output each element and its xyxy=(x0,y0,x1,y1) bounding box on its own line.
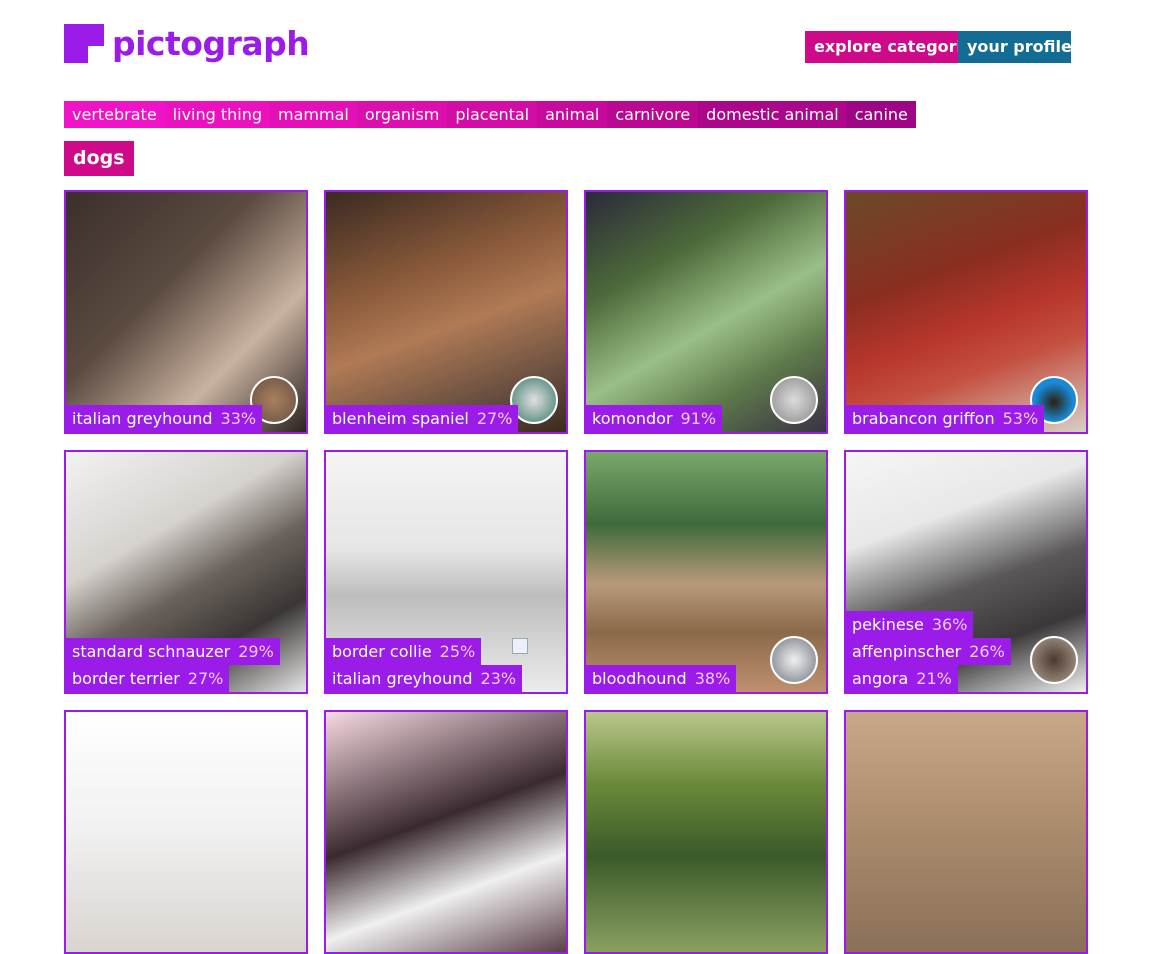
prediction-label-list: brabancon griffon 53% xyxy=(846,405,1045,432)
prediction-label[interactable]: border collie 25% xyxy=(326,638,482,665)
photo-card[interactable]: blenheim spaniel 27% xyxy=(324,190,568,434)
photo-card[interactable]: italian greyhound 33% xyxy=(64,190,308,434)
prediction-label-list: border collie 25% italian greyhound 23% xyxy=(326,638,523,692)
photo-image xyxy=(586,712,826,952)
pictograph-logo[interactable]: pictograph xyxy=(64,24,310,63)
prediction-percent: 33% xyxy=(220,409,257,428)
prediction-name: border terrier xyxy=(72,669,180,688)
prediction-percent: 36% xyxy=(931,615,968,634)
prediction-percent: 91% xyxy=(680,409,717,428)
user-avatar[interactable] xyxy=(770,636,818,684)
prediction-name: bloodhound xyxy=(592,669,687,688)
prediction-label-list: bloodhound 38% xyxy=(586,665,737,692)
prediction-name: standard schnauzer xyxy=(72,642,231,661)
prediction-percent: 53% xyxy=(1002,409,1039,428)
prediction-label[interactable]: italian greyhound 23% xyxy=(326,665,523,692)
photo-image xyxy=(846,712,1086,952)
prediction-label[interactable]: border terrier 27% xyxy=(66,665,230,692)
photo-image xyxy=(66,712,306,952)
prediction-label-list: italian greyhound 33% xyxy=(66,405,263,432)
photo-card[interactable]: border collie 25% italian greyhound 23% xyxy=(324,450,568,694)
photo-card[interactable] xyxy=(64,710,308,954)
photo-card[interactable]: standard schnauzer 29% border terrier 27% xyxy=(64,450,308,694)
prediction-label[interactable]: angora 21% xyxy=(846,665,958,692)
prediction-name: angora xyxy=(852,669,909,688)
prediction-label[interactable]: standard schnauzer 29% xyxy=(66,638,280,665)
prediction-name: italian greyhound xyxy=(72,409,213,428)
prediction-name: komondor xyxy=(592,409,673,428)
prediction-percent: 26% xyxy=(969,642,1005,661)
prediction-name: border collie xyxy=(332,642,432,661)
prediction-label-list: pekinese 36% affenpinscher 26% angora 21% xyxy=(846,611,1011,692)
photo-card[interactable]: bloodhound 38% xyxy=(584,450,828,694)
prediction-percent: 23% xyxy=(480,669,517,688)
user-avatar[interactable] xyxy=(770,376,818,424)
tag-animal[interactable]: animal xyxy=(537,101,608,128)
photo-image xyxy=(326,712,566,952)
prediction-percent: 38% xyxy=(694,669,731,688)
tag-organism[interactable]: organism xyxy=(356,101,448,128)
photo-card[interactable] xyxy=(584,710,828,954)
logo-mark-icon xyxy=(64,24,104,63)
prediction-label-list: komondor 91% xyxy=(586,405,723,432)
prediction-name: pekinese xyxy=(852,615,924,634)
tag-living-thing[interactable]: living thing xyxy=(164,101,271,128)
prediction-percent: 25% xyxy=(439,642,476,661)
prediction-label[interactable]: pekinese 36% xyxy=(846,611,974,638)
top-navigation: explore categories your profile xyxy=(805,31,1072,63)
prediction-name: blenheim spaniel xyxy=(332,409,469,428)
photo-card[interactable] xyxy=(324,710,568,954)
tag-carnivore[interactable]: carnivore xyxy=(607,101,699,128)
prediction-label[interactable]: bloodhound 38% xyxy=(586,665,737,692)
category-tag-list: vertebrate living thing mammal organism plac… xyxy=(64,101,916,128)
photo-card[interactable]: brabancon griffon 53% xyxy=(844,190,1088,434)
tag-vertebrate[interactable]: vertebrate xyxy=(64,101,165,128)
photo-card[interactable]: komondor 91% xyxy=(584,190,828,434)
prediction-name: brabancon griffon xyxy=(852,409,995,428)
prediction-percent: 27% xyxy=(187,669,224,688)
tag-mammal[interactable]: mammal xyxy=(270,101,357,128)
explore-categories-link[interactable]: explore categories xyxy=(805,31,982,63)
prediction-percent: 21% xyxy=(916,669,952,688)
prediction-percent: 29% xyxy=(238,642,274,661)
photo-card[interactable] xyxy=(844,710,1088,954)
prediction-label[interactable]: italian greyhound 33% xyxy=(66,405,263,432)
logo-text: pictograph xyxy=(112,24,310,63)
prediction-label[interactable]: komondor 91% xyxy=(586,405,723,432)
prediction-name: italian greyhound xyxy=(332,669,473,688)
photo-card[interactable]: pekinese 36% affenpinscher 26% angora 21% xyxy=(844,450,1088,694)
prediction-label[interactable]: affenpinscher 26% xyxy=(846,638,1011,665)
prediction-label-list: standard schnauzer 29% border terrier 27% xyxy=(66,638,280,692)
prediction-label-list: blenheim spaniel 27% xyxy=(326,405,519,432)
category-title: dogs xyxy=(64,141,134,176)
prediction-label[interactable]: blenheim spaniel 27% xyxy=(326,405,519,432)
prediction-label[interactable]: brabancon griffon 53% xyxy=(846,405,1045,432)
tag-placental[interactable]: placental xyxy=(447,101,538,128)
tag-canine[interactable]: canine xyxy=(846,101,916,128)
tag-domestic-animal[interactable]: domestic animal xyxy=(698,101,847,128)
prediction-name: affenpinscher xyxy=(852,642,962,661)
user-avatar[interactable] xyxy=(1030,636,1078,684)
your-profile-link[interactable]: your profile xyxy=(958,31,1072,63)
prediction-percent: 27% xyxy=(476,409,513,428)
